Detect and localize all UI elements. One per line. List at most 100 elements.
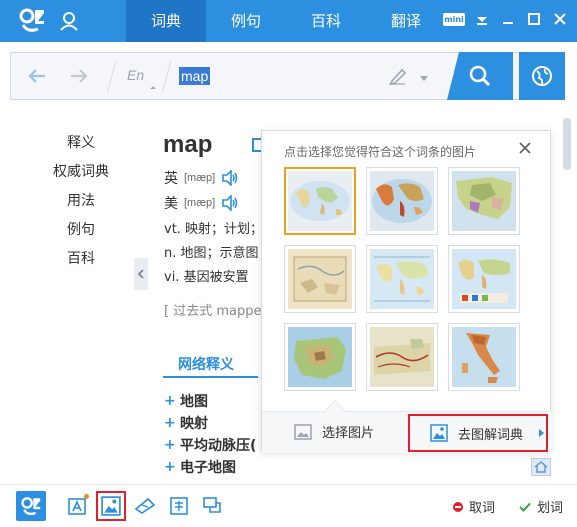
nav-item-usage[interactable]: 用法	[50, 190, 112, 219]
web-definitions-tab[interactable]: 网络释义	[178, 354, 234, 374]
trade-route-map-image	[370, 327, 434, 387]
speaker-icon[interactable]	[221, 195, 239, 211]
list-item[interactable]: + 地图	[164, 390, 256, 412]
back-arrow-icon[interactable]	[27, 67, 47, 85]
web-search-button[interactable]	[519, 52, 565, 100]
mini-mode-button[interactable]: mini	[443, 12, 465, 26]
tab-encyclopedia[interactable]: 百科	[286, 0, 366, 42]
image-thumbnail[interactable]	[284, 167, 356, 235]
selection-capture-label: 划词	[536, 501, 563, 516]
wall-map-image	[370, 249, 434, 309]
close-icon[interactable]	[551, 10, 569, 28]
image-thumbnail[interactable]	[366, 323, 438, 391]
plus-icon: +	[164, 415, 176, 431]
image-thumbnail[interactable]	[448, 323, 520, 391]
pronunciation-us: 美 [mæp]	[164, 193, 239, 213]
menu-icon[interactable]	[473, 10, 491, 28]
main-tabs: 词典 例句 百科 翻译	[126, 0, 446, 42]
image-thumbnail[interactable]	[366, 167, 438, 235]
search-button[interactable]	[447, 52, 513, 100]
daily-word-button[interactable]	[62, 491, 92, 521]
chat-button[interactable]	[198, 491, 228, 521]
italy-map-image	[452, 327, 516, 387]
plus-icon: +	[164, 459, 176, 475]
go-to-picture-dictionary-label: 去图解词典	[458, 427, 524, 443]
tab-translate[interactable]: 翻译	[366, 0, 446, 42]
image-thumbnail[interactable]	[284, 323, 356, 391]
image-thumbnail[interactable]	[448, 167, 520, 235]
selection-capture-toggle[interactable]: 划词	[519, 497, 563, 516]
pron-uk-label: 英	[164, 171, 178, 187]
world-map-image	[288, 171, 352, 231]
window-controls: mini	[443, 10, 569, 28]
search-input[interactable]: map	[179, 67, 211, 85]
image-thumbnail[interactable]	[284, 245, 356, 313]
translate-button[interactable]	[164, 491, 194, 521]
tab-sentences[interactable]: 例句	[206, 0, 286, 42]
wordbook-button[interactable]	[130, 491, 160, 521]
divider	[161, 61, 172, 93]
wordbook-icon	[134, 497, 156, 514]
language-caret-icon[interactable]	[150, 86, 156, 92]
iberia-map-image	[288, 327, 352, 387]
word-capture-toggle[interactable]: 取词	[452, 497, 495, 516]
popup-title: 点击选择您觉得符合这个词条的图片	[284, 145, 477, 159]
definition-n: n. 地图；示意图	[164, 246, 259, 261]
pron-us-label: 美	[164, 196, 178, 212]
list-item[interactable]: + 映射	[164, 412, 256, 434]
user-icon[interactable]	[58, 10, 80, 32]
active-tab-underline	[163, 376, 258, 378]
go-to-picture-dictionary-button[interactable]: 去图解词典	[408, 414, 548, 452]
picture-dictionary-button[interactable]	[96, 491, 126, 521]
chevron-left-icon	[137, 269, 144, 279]
nav-item-encyclopedia[interactable]: 百科	[50, 248, 112, 277]
app-logo-icon	[21, 497, 41, 516]
word-capture-label: 取词	[468, 501, 495, 516]
collapse-nav-button[interactable]	[134, 258, 148, 290]
maximize-icon[interactable]	[525, 10, 543, 28]
list-item[interactable]: + 电子地图	[164, 456, 256, 478]
tab-dictionary[interactable]: 词典	[126, 0, 206, 42]
language-selector[interactable]: En	[127, 67, 144, 83]
divider	[106, 61, 117, 93]
image-thumbnail[interactable]	[448, 245, 520, 313]
image-thumbnail[interactable]	[366, 245, 438, 313]
asia-map-image	[452, 171, 516, 231]
search-icon	[469, 65, 491, 87]
app-logo-icon	[19, 8, 44, 32]
picture-dictionary-icon	[101, 496, 121, 516]
plus-icon: +	[164, 437, 176, 453]
close-icon[interactable]	[518, 141, 532, 155]
pron-uk-ipa: [mæp]	[184, 172, 216, 184]
popup-footer: 选择图片 去图解词典	[262, 411, 552, 453]
back-to-top-button[interactable]	[531, 458, 551, 476]
speaker-icon[interactable]	[221, 170, 239, 186]
headword: map	[163, 131, 213, 158]
minimize-icon[interactable]	[499, 10, 517, 28]
image-grid	[284, 167, 524, 391]
disabled-icon	[452, 501, 463, 512]
capture-controls: 取词 划词	[452, 497, 563, 516]
home-icon	[534, 461, 548, 473]
nav-item-authoritative-dict[interactable]: 权威词典	[50, 161, 112, 190]
section-nav: 释义 权威词典 用法 例句 百科	[50, 132, 112, 277]
pronunciation-uk: 英 [mæp]	[164, 168, 239, 188]
translate-icon	[170, 497, 188, 515]
title-bar: 词典 例句 百科 翻译 mini	[0, 0, 577, 42]
calendar-word-icon	[68, 498, 86, 515]
plus-icon: +	[164, 393, 176, 409]
definition-vi: vi. 基因被安置	[164, 270, 249, 285]
notification-dot	[84, 494, 89, 499]
web-definitions-list: + 地图 + 映射 + 平均动脉压( + 电子地图	[164, 390, 256, 478]
handwriting-caret-icon[interactable]	[420, 76, 428, 81]
scrollbar-thumb[interactable]	[563, 118, 571, 170]
search-bar: En map	[10, 52, 565, 100]
app-home-button[interactable]	[16, 491, 46, 521]
handwriting-pen-icon[interactable]	[386, 67, 408, 87]
nav-item-definition[interactable]: 释义	[50, 132, 112, 161]
list-item[interactable]: + 平均动脉压(	[164, 434, 256, 456]
nav-item-examples[interactable]: 例句	[50, 219, 112, 248]
forward-arrow-icon[interactable]	[69, 67, 89, 85]
picture-dictionary-icon	[430, 424, 448, 442]
choose-image-button[interactable]: 选择图片	[294, 422, 374, 441]
